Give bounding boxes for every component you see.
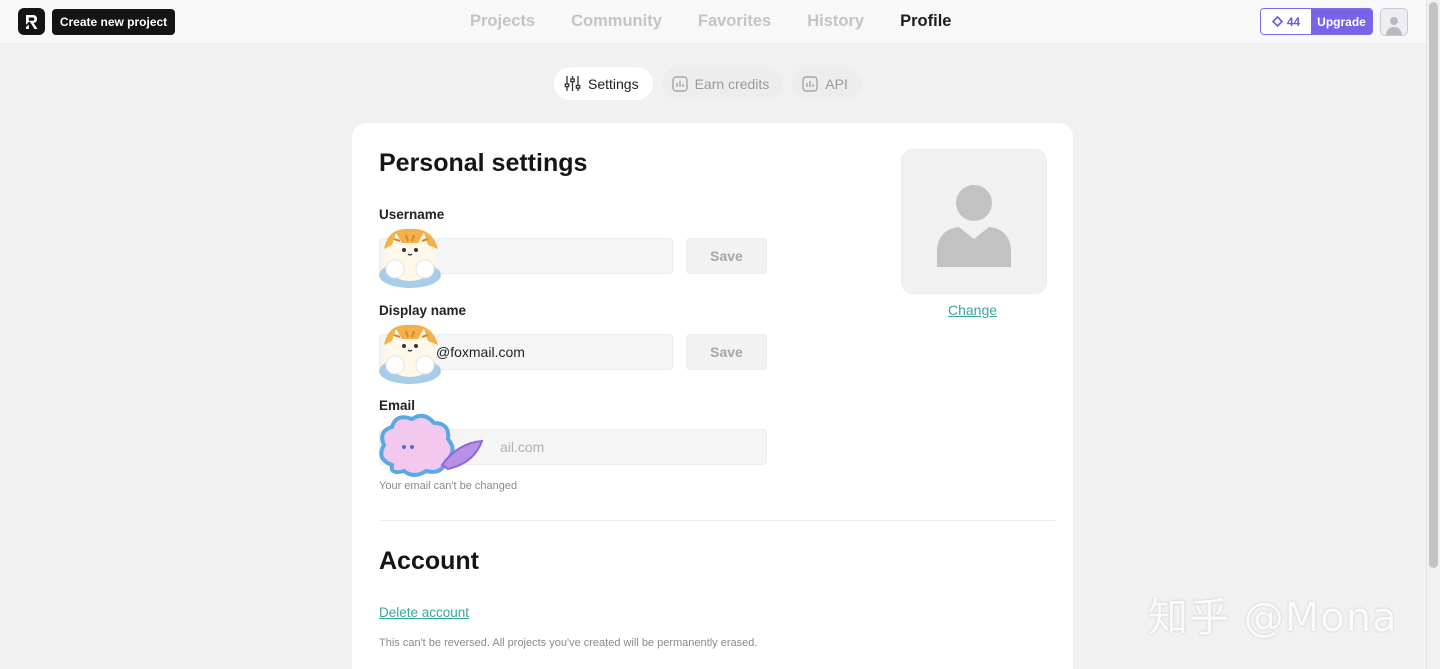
nav-community[interactable]: Community [571,12,662,31]
cat-sticker-icon [379,324,441,384]
main-nav: Projects Community Favorites History Pro… [470,12,987,31]
change-avatar-link[interactable]: Change [948,302,997,318]
nav-favorites[interactable]: Favorites [698,12,771,31]
watermark: 知乎 @Mona [1148,595,1398,641]
email-helper-text: Your email can't be changed [379,480,518,492]
display-name-label: Display name [379,303,467,318]
scroll-thumb[interactable] [1429,2,1438,568]
cloud-sticker-icon [379,413,484,477]
profile-avatar[interactable] [901,149,1047,294]
logo[interactable] [18,8,45,35]
tab-settings[interactable]: Settings [554,67,653,100]
diamond-icon [1271,16,1283,27]
tab-api-label: API [825,75,848,92]
chart-icon [802,75,818,92]
person-icon [1386,17,1402,35]
nav-profile[interactable]: Profile [900,12,951,31]
email-label: Email [379,398,416,413]
cat-sticker-icon [379,228,441,288]
tab-settings-label: Settings [588,75,639,92]
username-save-button[interactable]: Save [686,238,767,274]
user-avatar[interactable] [1380,8,1408,36]
top-bar: Create new project Projects Community Fa… [0,0,1426,44]
upgrade-button[interactable]: Upgrade [1311,9,1372,34]
credits-widget: 44 Upgrade [1260,8,1373,35]
create-new-project-button[interactable]: Create new project [52,9,175,35]
sliders-icon [564,76,581,91]
chart-icon [671,75,688,92]
tab-earn-credits-label: Earn credits [694,75,770,92]
logo-icon [23,15,38,29]
credits-value: 44 [1286,14,1301,29]
delete-warning-text: This can't be reversed. All projects you… [379,637,758,649]
credits-count[interactable]: 44 [1261,9,1311,34]
nav-history[interactable]: History [807,12,864,31]
person-icon [937,184,1011,267]
username-label: Username [379,207,445,222]
settings-card: Personal settings Username Save Display … [352,123,1073,669]
profile-subtabs: Settings Earn credits API [554,67,862,100]
personal-settings-title: Personal settings [379,149,588,177]
tab-api[interactable]: API [792,67,862,100]
section-divider [379,520,1055,521]
nav-projects[interactable]: Projects [470,12,535,31]
display-name-save-button[interactable]: Save [686,334,767,370]
scrollbar[interactable] [1426,0,1440,669]
tab-earn-credits[interactable]: Earn credits [661,67,784,100]
delete-account-link[interactable]: Delete account [379,605,469,620]
account-title: Account [379,547,479,575]
